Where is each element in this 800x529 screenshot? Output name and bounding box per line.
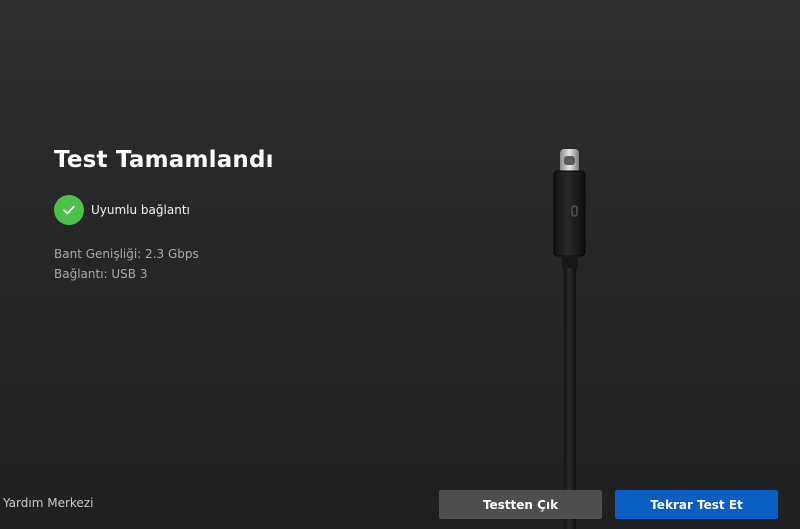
- exit-test-button[interactable]: Testten Çık: [439, 490, 602, 519]
- bandwidth-info: Bant Genişliği: 2.3 Gbps: [54, 247, 199, 261]
- compatibility-status: Uyumlu bağlantı: [54, 195, 190, 225]
- connection-info: Bağlantı: USB 3: [54, 267, 148, 281]
- retry-test-button[interactable]: Tekrar Test Et: [615, 490, 778, 519]
- check-icon: [54, 195, 84, 225]
- page-title: Test Tamamlandı: [54, 147, 274, 173]
- status-label: Uyumlu bağlantı: [91, 203, 190, 217]
- usb-c-cable-icon: [553, 149, 586, 529]
- help-center-link[interactable]: Yardım Merkezi: [3, 496, 93, 510]
